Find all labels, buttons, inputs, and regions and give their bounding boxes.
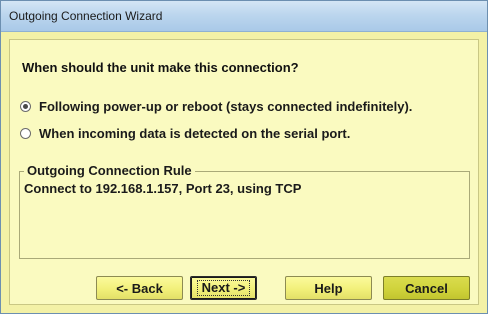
window-title: Outgoing Connection Wizard: [9, 9, 163, 23]
connection-rule-text: Connect to 192.168.1.157, Port 23, using…: [24, 181, 302, 196]
next-button-label: Next ->: [196, 280, 251, 296]
option-incoming-data-label: When incoming data is detected on the se…: [39, 126, 351, 141]
option-power-up[interactable]: Following power-up or reboot (stays conn…: [20, 99, 412, 114]
option-incoming-data[interactable]: When incoming data is detected on the se…: [20, 126, 350, 141]
wizard-content-panel: When should the unit make this connectio…: [9, 39, 479, 305]
next-button[interactable]: Next ->: [190, 276, 257, 300]
connection-rule-legend: Outgoing Connection Rule: [24, 163, 195, 178]
radio-incoming-data[interactable]: [20, 128, 31, 139]
radio-power-up[interactable]: [20, 101, 31, 112]
cancel-button-label: Cancel: [405, 280, 448, 296]
cancel-button[interactable]: Cancel: [383, 276, 470, 300]
back-button-label: <- Back: [116, 280, 163, 296]
help-button[interactable]: Help: [285, 276, 372, 300]
title-bar[interactable]: Outgoing Connection Wizard: [1, 1, 487, 32]
option-power-up-label: Following power-up or reboot (stays conn…: [39, 99, 413, 114]
connection-question: When should the unit make this connectio…: [22, 60, 299, 75]
help-button-label: Help: [314, 280, 343, 296]
wizard-dialog: Outgoing Connection Wizard When should t…: [0, 0, 488, 314]
connection-rule-group: Outgoing Connection Rule Connect to 192.…: [19, 163, 470, 259]
back-button[interactable]: <- Back: [96, 276, 183, 300]
